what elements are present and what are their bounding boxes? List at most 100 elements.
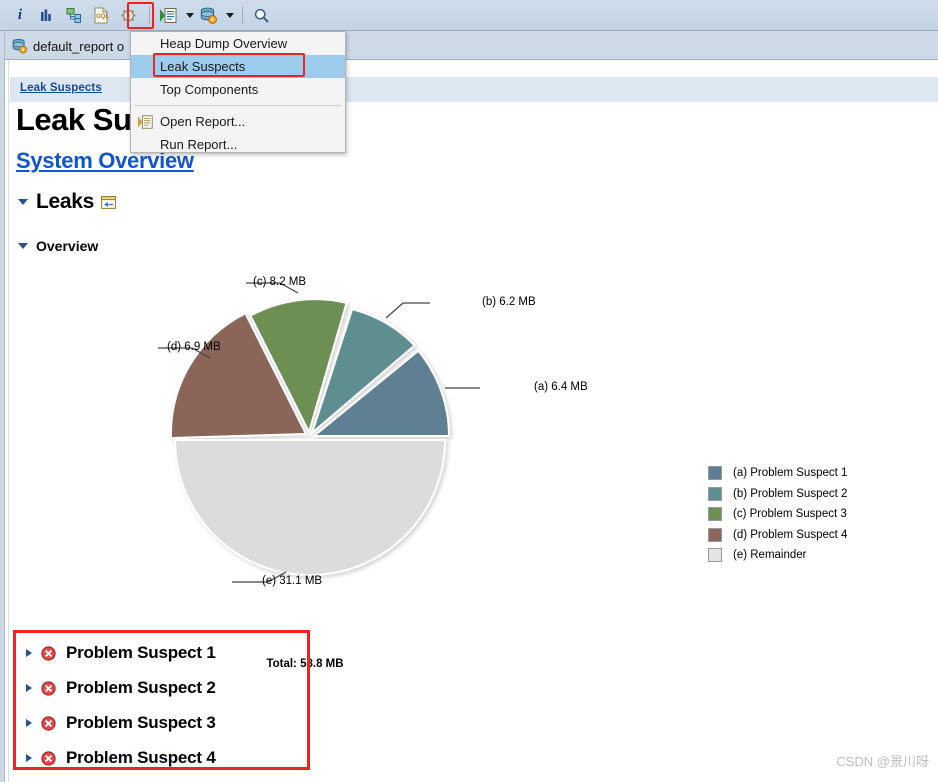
pie-label-e: (e) 31.1 MB [262,575,323,587]
chevron-down-icon [225,12,234,18]
menu-item-label: Leak Suspects [160,59,246,74]
info-icon-glyph: i [17,6,23,23]
legend-item-e[interactable]: (e) Remainder [708,545,847,566]
menu-item-label: Open Report... [160,114,246,129]
menu-item-top-components[interactable]: Top Components [131,78,345,101]
window-icon[interactable] [101,195,116,209]
legend-swatch-e [708,548,722,563]
menu-item-label: Top Components [160,82,259,97]
section-overview-label: Overview [36,238,99,254]
info-icon[interactable]: i [8,3,32,27]
chevron-down-icon[interactable] [18,243,28,249]
page-title: Leak Su [16,102,132,137]
legend-item-d[interactable]: (d) Problem Suspect 4 [708,525,847,546]
query-browser-icon-glyph [121,8,135,22]
legend-item-b[interactable]: (b) Problem Suspect 2 [708,484,847,505]
heap-dump-icon [11,38,28,54]
oql-icon-glyph: OQL [94,7,109,23]
chart-legend: (a) Problem Suspect 1 (b) Problem Suspec… [708,463,847,566]
report-icon [136,113,154,130]
chevron-right-icon[interactable] [26,684,32,692]
error-icon [41,750,56,766]
suspect-row-2[interactable]: Problem Suspect 2 [26,677,216,699]
pie-chart-svg [158,282,480,583]
chevron-down-icon[interactable] [18,199,28,205]
error-icon-glyph [41,750,56,766]
watermark: CSDN @景川呀 [836,754,929,769]
histogram-icon[interactable] [35,3,59,27]
legend-swatch-a [708,466,722,481]
legend-label-d: (d) Problem Suspect 4 [733,528,848,541]
section-leaks[interactable]: Leaks [18,190,116,214]
legend-swatch-c [708,507,722,522]
report-icon-glyph [159,7,176,23]
suspect-label-3: Problem Suspect 3 [66,713,216,732]
pie-chart: (a) 6.4 MB (b) 6.2 MB (c) 8.2 MB (d) 6.9… [10,270,938,670]
tab-default-report[interactable]: default_report o [6,33,133,59]
report-dropdown-menu: Heap Dump Overview Leak Suspects Top Com… [130,31,346,153]
pie-label-a: (a) 6.4 MB [534,381,588,393]
tab-label: default_report o [33,38,125,54]
pie-label-c: (c) 8.2 MB [253,276,307,288]
chevron-right-icon[interactable] [26,754,32,762]
suspect-label-1: Problem Suspect 1 [66,643,216,662]
chevron-right-icon[interactable] [26,649,32,657]
menu-item-leak-suspects[interactable]: Leak Suspects [131,55,345,78]
breadcrumb-leak-suspects[interactable]: Leak Suspects [20,82,102,94]
heap-dump-dropdown-arrow[interactable] [223,3,236,27]
menu-item-run-report[interactable]: Run Report... [131,133,345,156]
pie-label-b: (b) 6.2 MB [482,296,536,308]
search-icon[interactable] [249,3,273,27]
chevron-down-icon [185,12,194,18]
query-browser-icon[interactable] [116,3,140,27]
report-icon[interactable] [156,3,180,27]
suspect-row-3[interactable]: Problem Suspect 3 [26,712,216,734]
menu-item-open-report[interactable]: Open Report... [131,110,345,133]
legend-swatch-d [708,527,722,542]
legend-swatch-b [708,486,722,501]
pie-label-d: (d) 6.9 MB [167,341,221,353]
toolbar-separator-1 [149,6,150,24]
heap-dump-icon-glyph [12,38,28,54]
error-icon-glyph [41,715,56,731]
pie-slice-e[interactable] [173,439,447,576]
dominator-tree-icon[interactable] [62,3,86,27]
legend-label-c: (c) Problem Suspect 3 [733,508,847,521]
toolbar-separator-2 [242,6,243,24]
heap-dump-icon[interactable] [196,3,220,27]
dominator-tree-icon-glyph [66,8,81,23]
svg-text:OQL: OQL [96,14,109,20]
error-icon-glyph [41,645,56,661]
legend-item-c[interactable]: (c) Problem Suspect 3 [708,504,847,525]
section-overview[interactable]: Overview [18,238,98,254]
suspect-row-1[interactable]: Problem Suspect 1 [26,642,216,664]
window-icon-glyph [101,195,116,209]
legend-label-b: (b) Problem Suspect 2 [733,487,848,500]
chevron-right-icon[interactable] [26,719,32,727]
menu-item-label: Run Report... [160,137,238,152]
report-content: Leak Suspects Leak Su System Overview Le… [10,60,938,782]
menu-item-heap-dump-overview[interactable]: Heap Dump Overview [131,32,345,55]
legend-item-a[interactable]: (a) Problem Suspect 1 [708,463,847,484]
error-icon [41,715,56,731]
suspect-row-4[interactable]: Problem Suspect 4 [26,747,216,769]
section-leaks-label: Leaks [36,190,95,213]
error-icon [41,645,56,661]
error-icon [41,680,56,696]
legend-label-e: (e) Remainder [733,549,807,562]
menu-separator [135,105,341,106]
left-inner-edge [6,60,9,782]
report-dropdown-arrow[interactable] [183,3,196,27]
mat-leak-suspects-window: i OQL default_report o Leak Suspects Lea… [0,0,938,782]
menu-item-label: Heap Dump Overview [160,36,288,51]
error-icon-glyph [41,680,56,696]
left-frame-edge [0,31,5,782]
suspect-label-2: Problem Suspect 2 [66,678,216,697]
report-icon-glyph [137,114,153,129]
search-icon-glyph [254,8,269,23]
legend-label-a: (a) Problem Suspect 1 [733,467,848,480]
suspect-label-4: Problem Suspect 4 [66,748,216,767]
oql-icon[interactable]: OQL [89,3,113,27]
histogram-icon-glyph [41,9,51,21]
toolbar: i OQL [0,0,938,31]
